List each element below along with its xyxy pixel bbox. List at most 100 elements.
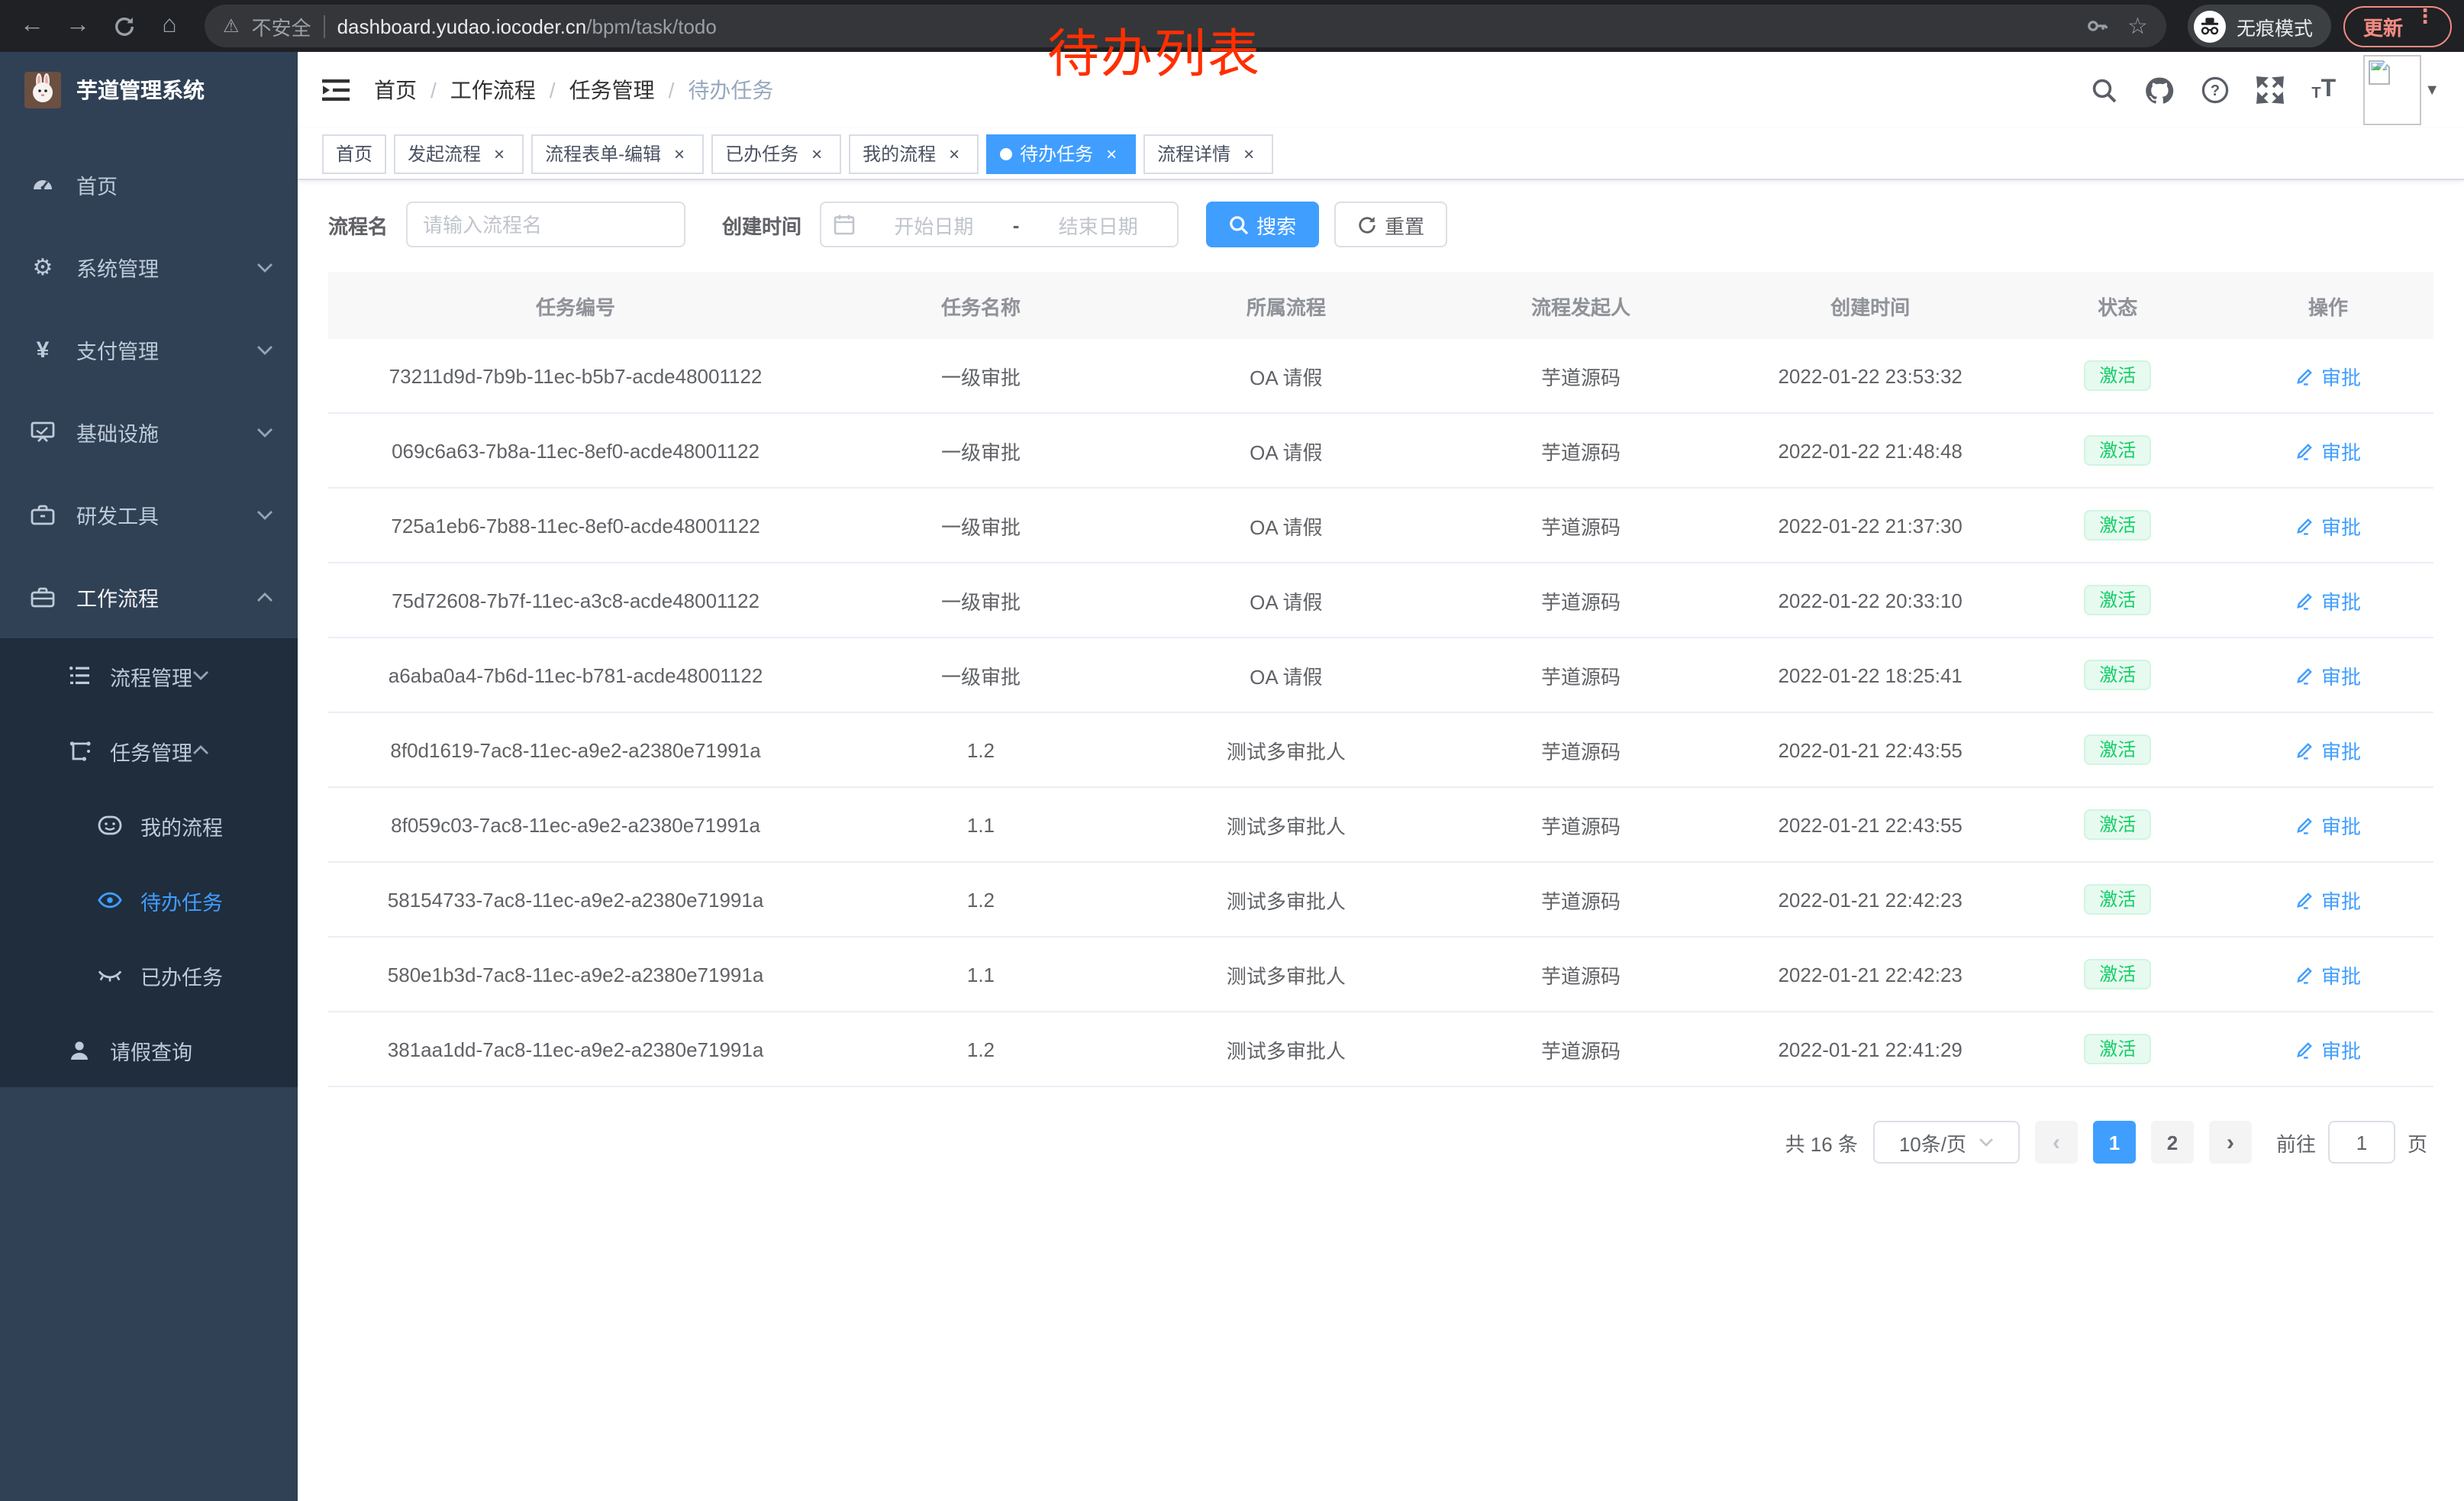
sidebar-item-label: 首页 <box>76 169 118 200</box>
header-search-icon[interactable] <box>2091 77 2117 103</box>
sidebar-collapse-icon[interactable] <box>322 78 350 102</box>
fullscreen-icon[interactable] <box>2256 76 2284 104</box>
tab[interactable]: 待办任务 × <box>986 134 1136 173</box>
approve-link[interactable]: 审批 <box>2295 1035 2361 1064</box>
cell-task-id: 73211d9d-7b9b-11ec-b5b7-acde48001122 <box>328 339 823 412</box>
approve-link[interactable]: 审批 <box>2295 960 2361 989</box>
tab-close-icon[interactable]: × <box>1238 143 1259 164</box>
page-size-value: 10条/页 <box>1899 1128 1966 1157</box>
create-time-label: 创建时间 <box>722 210 801 239</box>
approve-link[interactable]: 审批 <box>2295 586 2361 615</box>
app-logo-rabbit-image <box>24 72 61 108</box>
tab-close-icon[interactable]: × <box>943 143 965 164</box>
sidebar-item-my-process[interactable]: 我的流程 <box>0 788 298 863</box>
tab[interactable]: 首页 × <box>322 134 386 173</box>
browser-back-icon[interactable]: ← <box>12 6 52 46</box>
status-badge: 激活 <box>2084 959 2151 989</box>
sidebar-item-process-mgmt[interactable]: 流程管理 <box>0 638 298 713</box>
avatar-caret-icon: ▼ <box>2424 82 2440 98</box>
dashboard-icon <box>31 173 55 197</box>
cell-task-name: 1.1 <box>823 938 1139 1011</box>
approve-link[interactable]: 审批 <box>2295 660 2361 689</box>
breadcrumb-current: 待办任务 <box>688 75 773 105</box>
cell-task-name: 1.2 <box>823 713 1139 786</box>
tab[interactable]: 发起流程 × <box>394 134 524 173</box>
update-label: 更新 <box>2363 11 2403 40</box>
key-icon[interactable] <box>2085 14 2109 38</box>
cell-process: OA 请假 <box>1139 414 1434 487</box>
browser-home-icon[interactable]: ⌂ <box>150 6 189 46</box>
cell-created-time: 2022-01-21 22:43:55 <box>1728 713 2012 786</box>
sidebar-item-system[interactable]: ⚙ 系统管理 <box>0 226 298 308</box>
prev-page-button[interactable]: ‹ <box>2035 1121 2078 1164</box>
tab[interactable]: 流程表单-编辑 × <box>531 134 704 173</box>
breadcrumb-task-mgmt[interactable]: 任务管理 <box>569 75 655 105</box>
browser-forward-icon[interactable]: → <box>58 6 98 46</box>
date-range-picker[interactable]: 开始日期 - 结束日期 <box>820 202 1179 247</box>
start-date-placeholder[interactable]: 开始日期 <box>867 210 1001 239</box>
next-page-button[interactable]: › <box>2209 1121 2252 1164</box>
approve-link[interactable]: 审批 <box>2295 436 2361 465</box>
cell-created-time: 2022-01-21 22:42:23 <box>1728 863 2012 936</box>
user-avatar-menu[interactable]: ▼ <box>2363 55 2440 125</box>
tab[interactable]: 我的流程 × <box>849 134 979 173</box>
approve-link-label: 审批 <box>2321 735 2361 764</box>
reset-button[interactable]: 重置 <box>1334 202 1447 247</box>
process-name-input[interactable] <box>406 202 685 247</box>
sidebar-item-todo-task[interactable]: 待办任务 <box>0 863 298 938</box>
search-button[interactable]: 搜索 <box>1206 202 1319 247</box>
col-process: 所属流程 <box>1139 272 1434 339</box>
tab[interactable]: 已办任务 × <box>711 134 841 173</box>
tab-close-icon[interactable]: × <box>806 143 827 164</box>
sidebar-item-leave-query[interactable]: 请假查询 <box>0 1012 298 1087</box>
tab[interactable]: 流程详情 × <box>1143 134 1273 173</box>
table-row: a6aba0a4-7b6d-11ec-b781-acde48001122 一级审… <box>328 638 2433 713</box>
end-date-placeholder[interactable]: 结束日期 <box>1031 210 1165 239</box>
tags-view: 首页 × 发起流程 × 流程表单-编辑 × <box>298 128 2464 180</box>
sidebar-item-payment[interactable]: ¥ 支付管理 <box>0 308 298 391</box>
cell-starter: 芋道源码 <box>1434 339 1728 412</box>
page-1-button[interactable]: 1 <box>2093 1121 2136 1164</box>
approve-link[interactable]: 审批 <box>2295 361 2361 390</box>
not-secure-warning-icon[interactable]: ⚠ <box>223 15 240 37</box>
bookmark-star-icon[interactable]: ☆ <box>2127 12 2148 40</box>
calendar-icon <box>834 214 855 235</box>
chevron-up-icon <box>256 592 273 602</box>
cell-task-name: 1.1 <box>823 788 1139 861</box>
tab-close-icon[interactable]: × <box>489 143 510 164</box>
url-separator <box>324 15 325 37</box>
sidebar-item-home[interactable]: 首页 <box>0 144 298 226</box>
tab-close-icon[interactable]: × <box>1101 143 1122 164</box>
breadcrumb-workflow[interactable]: 工作流程 <box>450 75 536 105</box>
sidebar-item-done-task[interactable]: 已办任务 <box>0 938 298 1012</box>
approve-link[interactable]: 审批 <box>2295 885 2361 914</box>
goto-page-input[interactable] <box>2328 1121 2395 1164</box>
font-size-icon[interactable]: TT <box>2311 78 2336 102</box>
table-row: 381aa1dd-7ac8-11ec-a9e2-a2380e71991a 1.2… <box>328 1012 2433 1087</box>
browser-menu-icon[interactable]: ⋮ <box>2415 6 2435 46</box>
approve-link[interactable]: 审批 <box>2295 511 2361 540</box>
approve-link[interactable]: 审批 <box>2295 810 2361 839</box>
page-2-button[interactable]: 2 <box>2151 1121 2194 1164</box>
sidebar-item-devtools[interactable]: 研发工具 <box>0 473 298 556</box>
breadcrumb-home[interactable]: 首页 <box>374 75 417 105</box>
sidebar-item-label: 请假查询 <box>110 1035 192 1065</box>
sidebar-item-label: 任务管理 <box>110 735 192 766</box>
tab-close-icon[interactable]: × <box>669 143 690 164</box>
page-size-select[interactable]: 10条/页 <box>1873 1121 2020 1164</box>
app-logo-row[interactable]: 芋道管理系统 <box>0 52 298 128</box>
reset-button-label: 重置 <box>1385 210 1424 239</box>
sidebar-item-task-mgmt[interactable]: 任务管理 <box>0 713 298 788</box>
github-icon[interactable] <box>2145 76 2174 104</box>
table-header-row: 任务编号 任务名称 所属流程 流程发起人 创建时间 状态 操作 <box>328 272 2433 339</box>
sidebar-item-workflow[interactable]: 工作流程 <box>0 556 298 638</box>
help-question-icon[interactable]: ? <box>2201 76 2229 104</box>
approve-link-label: 审批 <box>2321 660 2361 689</box>
security-label: 不安全 <box>252 11 311 40</box>
approve-link-label: 审批 <box>2321 810 2361 839</box>
sidebar-item-infra[interactable]: 基础设施 <box>0 391 298 473</box>
approve-link[interactable]: 审批 <box>2295 735 2361 764</box>
browser-update-button[interactable]: 更新 ⋮ <box>2343 5 2452 47</box>
gear-icon: ⚙ <box>31 253 55 281</box>
browser-reload-icon[interactable] <box>104 6 144 46</box>
